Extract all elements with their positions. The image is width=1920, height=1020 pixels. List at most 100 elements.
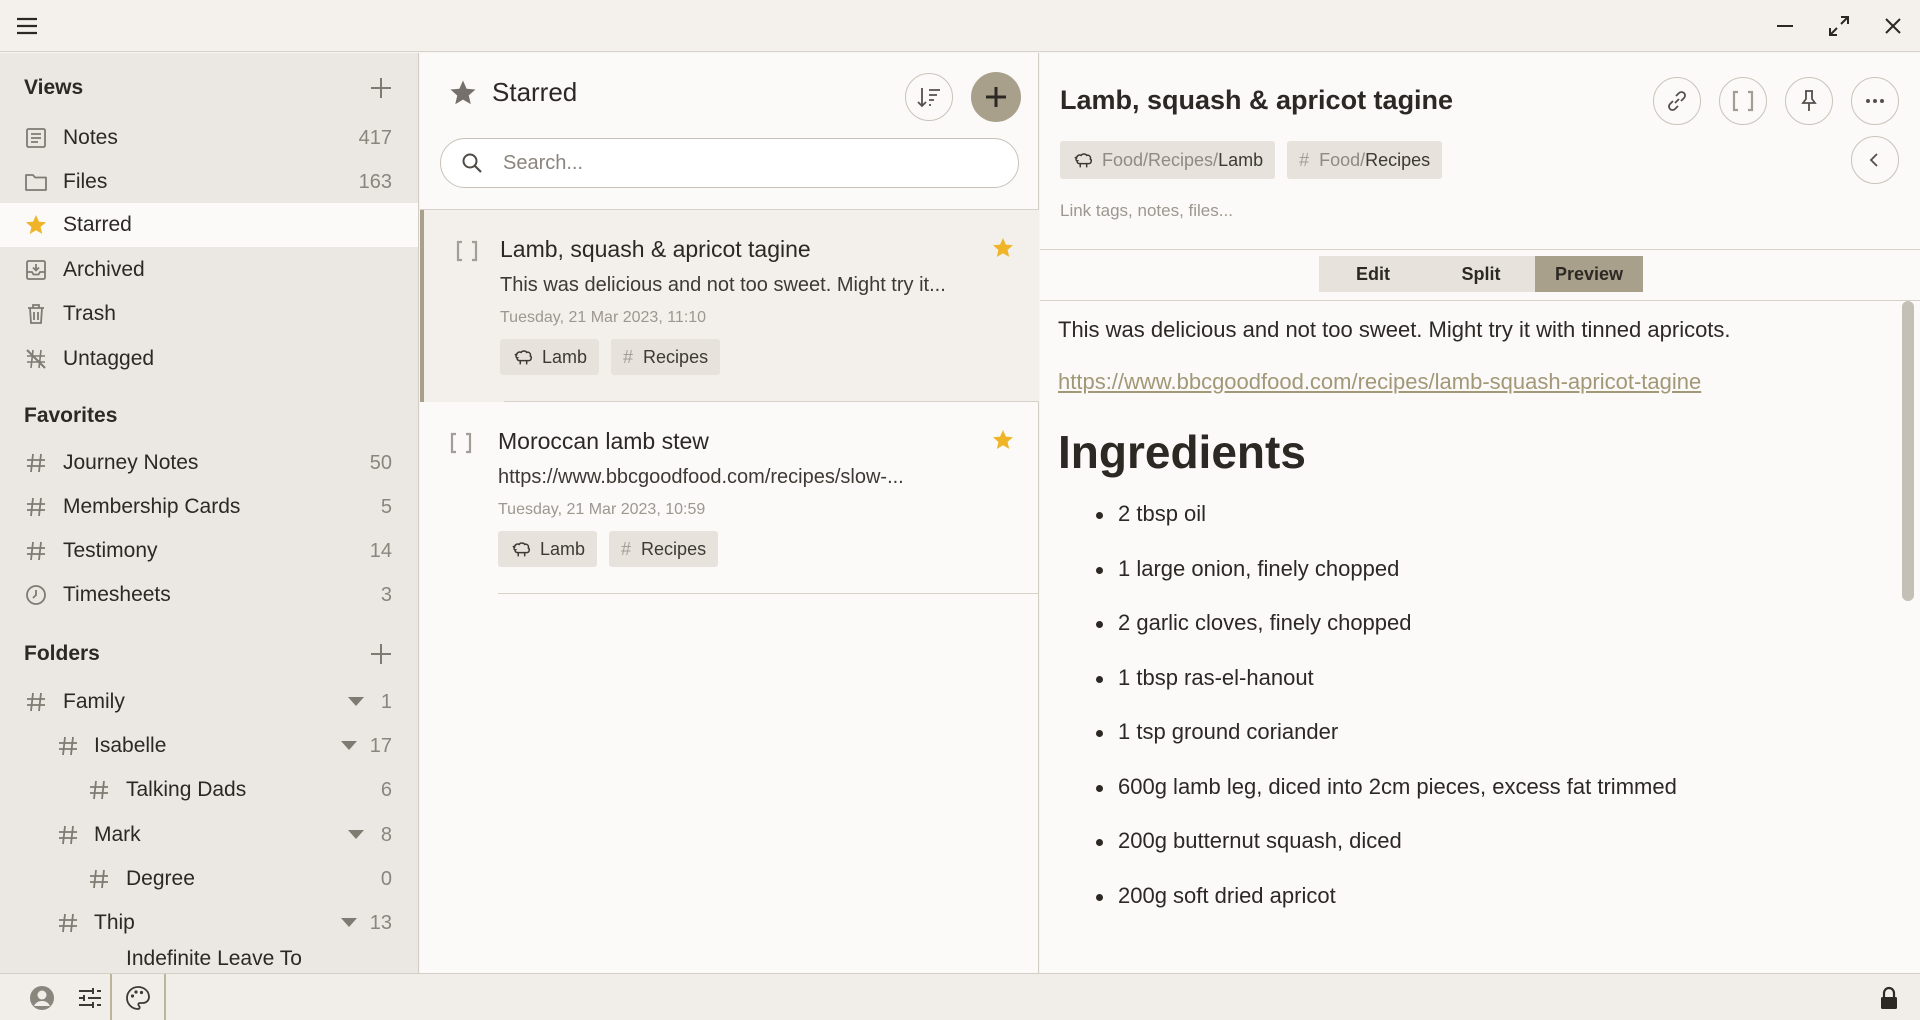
star-icon[interactable] [991, 236, 1015, 260]
sidebar-item-count: 1 [380, 691, 392, 713]
note-tags: Lamb # Recipes [498, 531, 719, 567]
template-button[interactable] [1719, 77, 1767, 125]
sidebar-item-untagged[interactable]: Untagged [0, 337, 418, 381]
tag-chip[interactable]: # Recipes [611, 339, 721, 375]
add-view-plus-icon[interactable] [368, 75, 394, 101]
hamburger-icon[interactable] [14, 14, 40, 38]
mode-split-button[interactable]: Split [1427, 256, 1535, 292]
clock-icon [24, 583, 48, 607]
sort-icon [916, 84, 942, 110]
sidebar-item-label: Thip [94, 911, 135, 934]
tag-label: Lamb [540, 538, 586, 559]
maximize-icon[interactable] [1827, 14, 1851, 38]
new-note-button[interactable] [971, 72, 1021, 122]
tag-path-leaf: Recipes [1365, 149, 1431, 170]
hash-icon [24, 690, 48, 714]
theme-button[interactable] [110, 974, 166, 1020]
sidebar-item-label: Membership Cards [63, 495, 241, 518]
list-title-label: Starred [492, 77, 578, 107]
chevron-left-icon [1864, 149, 1886, 171]
sidebar-item-archived[interactable]: Archived [0, 248, 418, 292]
folder-item-family[interactable]: Family 1 [0, 680, 418, 724]
minimize-icon[interactable] [1773, 14, 1797, 38]
note-title: Moroccan lamb stew [498, 428, 709, 454]
folder-item-mark[interactable]: Mark 8 [0, 813, 418, 857]
note-list-item[interactable]: Moroccan lamb stew https://www.bbcgoodfo… [420, 402, 1039, 594]
trash-icon [24, 302, 48, 326]
favorite-item-membership-cards[interactable]: Membership Cards 5 [0, 485, 418, 529]
favorite-item-timesheets[interactable]: Timesheets 3 [0, 573, 418, 617]
tag-chip[interactable]: Lamb [498, 531, 598, 567]
sidebar-item-trash[interactable]: Trash [0, 292, 418, 336]
mode-preview-button[interactable]: Preview [1535, 256, 1643, 292]
note-date: Tuesday, 21 Mar 2023, 11:10 [500, 309, 707, 326]
recipe-link[interactable]: https://www.bbcgoodfood.com/recipes/lamb… [1058, 369, 1898, 395]
folder-item-talking-dads[interactable]: Talking Dads 6 [0, 768, 418, 812]
tag-label: Lamb [542, 346, 588, 367]
divider [1040, 249, 1920, 250]
tag-chip[interactable]: # Food/ Recipes [1287, 141, 1443, 179]
sidebar-item-files[interactable]: Files 163 [0, 160, 418, 204]
sidebar-item-label: Mark [94, 823, 141, 846]
folder-item-indefinite-leave[interactable]: Indefinite Leave To [0, 937, 418, 973]
sidebar-item-label: Degree [126, 867, 195, 890]
expand-caret-icon[interactable] [341, 918, 357, 927]
expand-caret-icon[interactable] [348, 830, 364, 839]
sidebar-item-notes[interactable]: Notes 417 [0, 116, 418, 160]
bracket-icon [448, 430, 474, 456]
ingredients-heading: Ingredients [1058, 426, 1306, 478]
pin-icon [1796, 88, 1822, 114]
close-icon[interactable] [1881, 14, 1905, 38]
sort-button[interactable] [905, 73, 953, 121]
favorite-item-testimony[interactable]: Testimony 14 [0, 529, 418, 573]
tag-chip[interactable]: # Recipes [609, 531, 719, 567]
note-content: This was delicious and not too sweet. Mi… [1058, 305, 1898, 937]
sidebar-item-count: 5 [380, 496, 392, 518]
sliders-icon[interactable] [76, 984, 104, 1012]
favorites-header: Favorites [24, 401, 394, 431]
note-list-item[interactable]: Lamb, squash & apricot tagine This was d… [420, 210, 1039, 402]
sidebar: Views Notes 417 Files 163 Starred Archiv… [0, 53, 419, 973]
tag-chip[interactable]: Lamb [500, 339, 600, 375]
tag-label: Recipes [643, 346, 709, 367]
lock-icon[interactable] [1875, 984, 1903, 1012]
collapse-panel-button[interactable] [1851, 136, 1899, 184]
link-input[interactable]: Link tags, notes, files... [1060, 201, 1233, 221]
editor-tags: Food/Recipes/ Lamb # Food/ Recipes [1060, 141, 1443, 179]
scrollbar[interactable] [1902, 301, 1914, 601]
mode-edit-button[interactable]: Edit [1319, 256, 1427, 292]
hash-icon [56, 823, 80, 847]
expand-caret-icon[interactable] [348, 697, 364, 706]
list-title: Starred [448, 77, 577, 108]
sidebar-item-count: 3 [380, 584, 392, 606]
views-header: Views [24, 73, 394, 103]
star-icon [24, 213, 48, 237]
favorite-item-journey-notes[interactable]: Journey Notes 50 [0, 441, 418, 485]
tag-label: Recipes [641, 538, 707, 559]
sidebar-item-count: 163 [358, 171, 392, 193]
search-box[interactable] [440, 138, 1019, 188]
sidebar-item-count: 13 [369, 912, 392, 934]
tag-path-leaf: Lamb [1218, 149, 1264, 170]
star-icon[interactable] [991, 428, 1015, 452]
folder-item-isabelle[interactable]: Isabelle 17 [0, 724, 418, 768]
pin-button[interactable] [1785, 77, 1833, 125]
sidebar-item-starred[interactable]: Starred [0, 203, 418, 247]
search-input[interactable] [503, 151, 1003, 175]
note-list-panel: Starred Lamb, squash & apricot tagine Th… [420, 53, 1039, 973]
more-options-button[interactable] [1851, 77, 1899, 125]
add-folder-plus-icon[interactable] [368, 641, 394, 667]
link-button[interactable] [1653, 77, 1701, 125]
folder-item-degree[interactable]: Degree 0 [0, 857, 418, 901]
list-item: 1 tbsp ras-el-hanout [1096, 665, 1898, 720]
note-title: Lamb, squash & apricot tagine [500, 236, 811, 262]
sidebar-item-label: Starred [63, 213, 132, 236]
note-title-heading[interactable]: Lamb, squash & apricot tagine [1060, 85, 1453, 116]
sidebar-item-label: Journey Notes [63, 451, 199, 474]
expand-caret-icon[interactable] [341, 741, 357, 750]
sheep-icon [510, 538, 532, 560]
note-preview: https://www.bbcgoodfood.com/recipes/slow… [498, 466, 904, 488]
sheep-icon [1072, 149, 1094, 171]
tag-chip[interactable]: Food/Recipes/ Lamb [1060, 141, 1276, 179]
user-icon[interactable] [28, 984, 56, 1012]
